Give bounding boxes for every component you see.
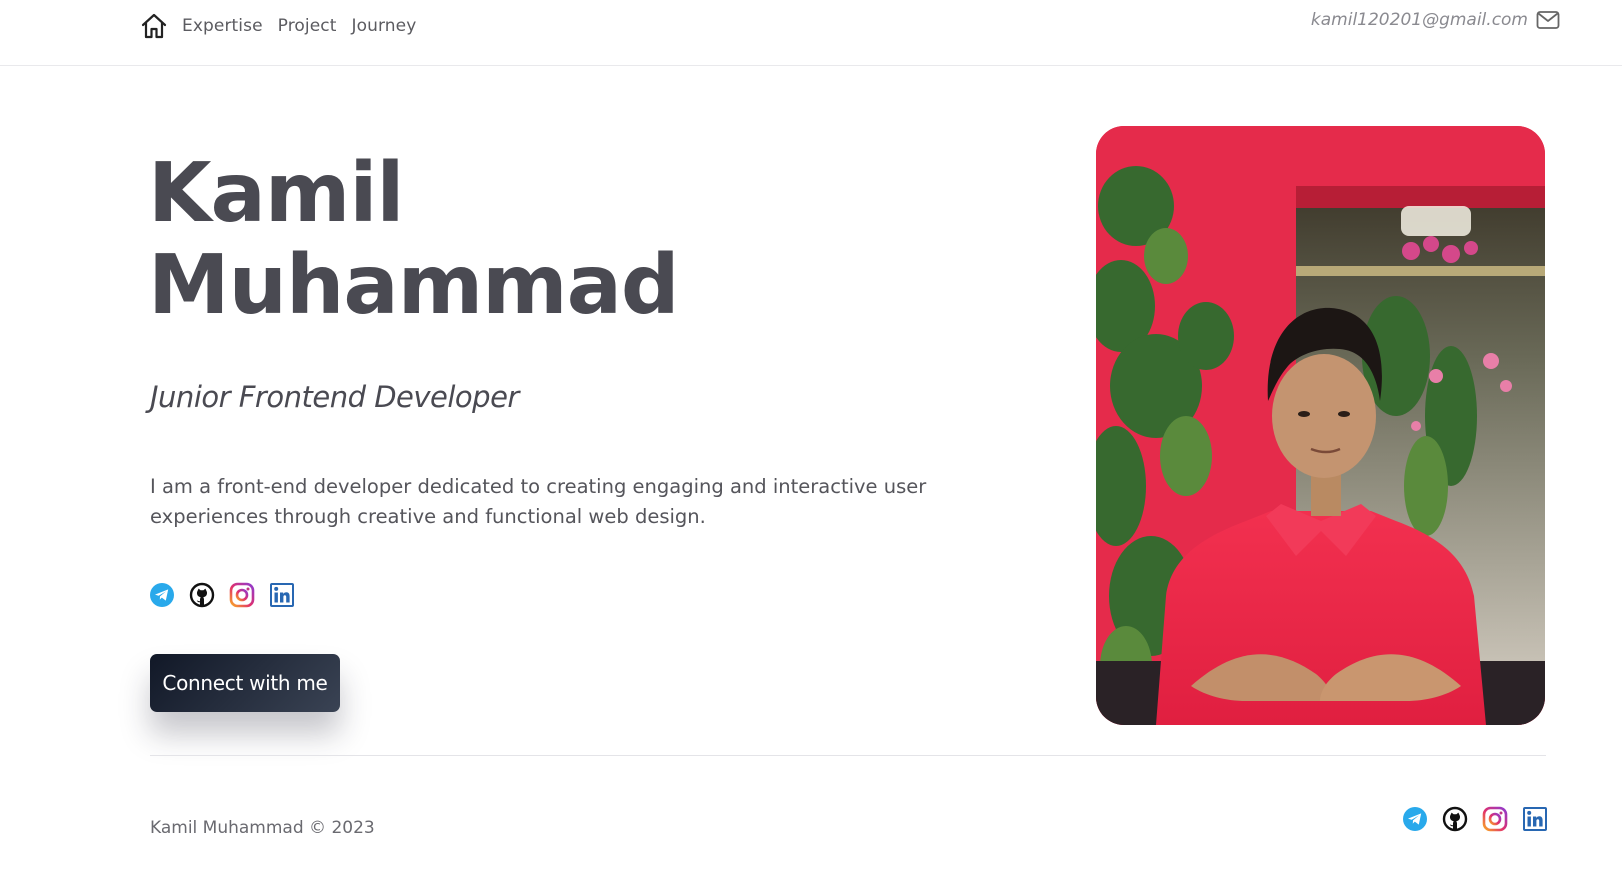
- nav-links: Expertise Project Journey: [140, 12, 431, 40]
- hero-description: I am a front-end developer dedicated to …: [150, 475, 927, 528]
- hero-name-last: Muhammad: [148, 238, 680, 333]
- telegram-icon[interactable]: [1402, 806, 1428, 832]
- connect-button[interactable]: Connect with me: [150, 654, 340, 712]
- github-icon[interactable]: [1442, 806, 1468, 832]
- mail-icon[interactable]: [1536, 10, 1560, 30]
- linkedin-icon[interactable]: [1522, 806, 1548, 832]
- footer-social-links: [1402, 806, 1562, 832]
- instagram-icon[interactable]: [1482, 806, 1508, 832]
- hero-role: Junior Frontend Developer: [150, 380, 519, 414]
- github-icon[interactable]: [189, 582, 215, 608]
- nav-link-project[interactable]: Project: [278, 16, 337, 36]
- email-text[interactable]: kamil120201@gmail.com: [1311, 10, 1528, 30]
- nav-link-journey[interactable]: Journey: [352, 16, 417, 36]
- profile-photo: [1096, 126, 1545, 725]
- hero-name: Kamil Muhammad: [148, 146, 680, 333]
- top-navbar: Expertise Project Journey kamil120201@gm…: [0, 0, 1622, 66]
- email-link[interactable]: kamil120201@gmail.com: [1311, 10, 1560, 30]
- nav-link-expertise[interactable]: Expertise: [182, 16, 263, 36]
- footer-copyright: Kamil Muhammad © 2023: [150, 818, 375, 838]
- hero-social-links: [149, 582, 309, 608]
- footer-divider: [150, 755, 1546, 756]
- instagram-icon[interactable]: [229, 582, 255, 608]
- telegram-icon[interactable]: [149, 582, 175, 608]
- home-icon[interactable]: [140, 12, 168, 40]
- linkedin-icon[interactable]: [269, 582, 295, 608]
- hero-name-first: Kamil: [148, 146, 405, 241]
